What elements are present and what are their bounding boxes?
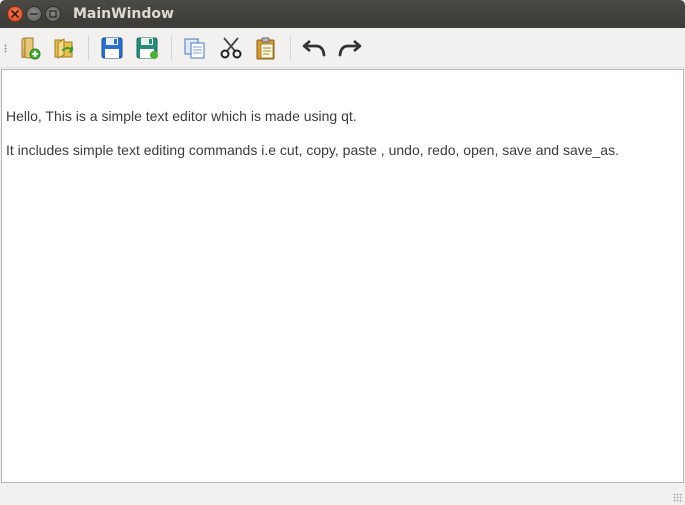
copy-button[interactable] [180, 33, 210, 63]
text-editor[interactable]: Hello, This is a simple text editor whic… [1, 69, 684, 483]
title-bar: MainWindow [0, 0, 685, 28]
maximize-window-button[interactable] [45, 6, 61, 22]
redo-icon [338, 40, 362, 57]
toolbar-separator [88, 36, 89, 60]
editor-line: Hello, This is a simple text editor whic… [6, 108, 357, 124]
editor-line: It includes simple text editing commands… [6, 142, 619, 158]
toolbar-grip[interactable] [4, 44, 7, 53]
new-file-button[interactable] [14, 33, 44, 63]
cut-button[interactable] [216, 33, 246, 63]
toolbar [0, 28, 685, 68]
resize-grip[interactable] [673, 493, 683, 503]
copy-icon [184, 38, 205, 59]
toolbar-separator [290, 36, 291, 60]
open-folder-icon [54, 38, 74, 59]
save-icon [101, 37, 123, 59]
save-as-button[interactable] [132, 33, 162, 63]
redo-button[interactable] [335, 33, 365, 63]
open-file-button[interactable] [49, 33, 79, 63]
save-button[interactable] [97, 33, 127, 63]
save-as-icon [136, 37, 158, 59]
toolbar-separator [171, 36, 172, 60]
minimize-window-button[interactable] [26, 6, 42, 22]
close-icon [11, 10, 19, 18]
minimize-icon [30, 13, 38, 15]
window-title: MainWindow [73, 6, 174, 22]
undo-icon [302, 40, 326, 57]
status-bar [0, 484, 685, 505]
new-file-icon [21, 37, 41, 60]
paste-button[interactable] [251, 33, 281, 63]
paste-icon [256, 37, 275, 60]
close-window-button[interactable] [7, 6, 23, 22]
scissors-icon [220, 37, 242, 59]
undo-button[interactable] [299, 33, 329, 63]
maximize-icon [49, 10, 57, 18]
